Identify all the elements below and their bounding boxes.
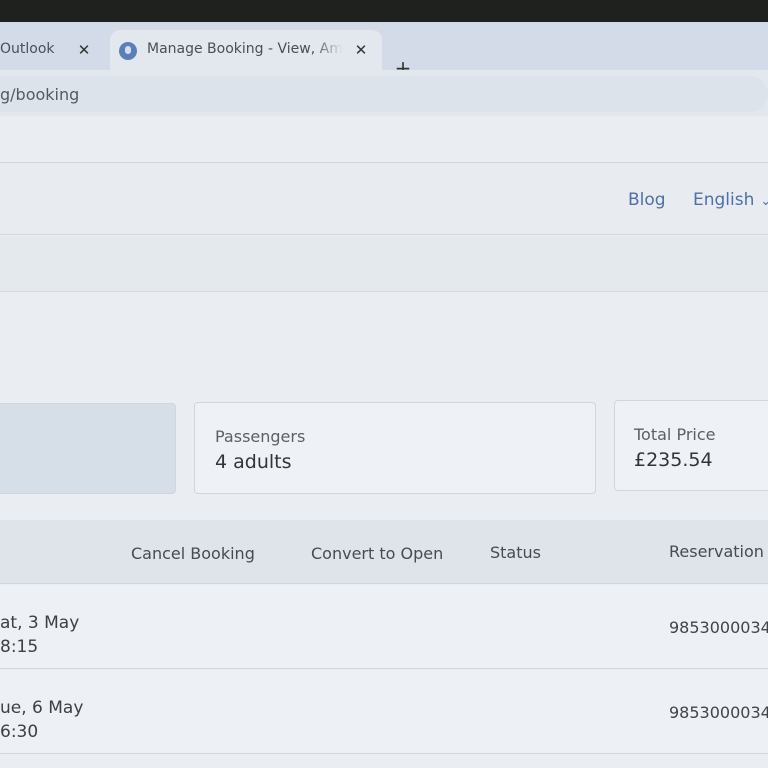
- tab-outlook[interactable]: Outlook ✕: [0, 30, 108, 70]
- passengers-label: Passengers: [215, 427, 306, 446]
- nav-link-blog[interactable]: Blog: [628, 190, 666, 210]
- journey-date: ue, 6 May: [0, 698, 84, 718]
- journey-time: 6:30: [0, 722, 39, 742]
- total-price-card: Total Price £235.54: [614, 400, 768, 491]
- booking-summary-card: [0, 403, 176, 494]
- chevron-down-icon: ⌄: [760, 194, 768, 209]
- table-row[interactable]: at, 3 May 8:15 98530000347: [0, 585, 768, 669]
- reservation-number: 98530000347: [669, 618, 768, 637]
- language-label: English: [693, 190, 755, 210]
- browser-toolbar: g/booking: [0, 70, 768, 116]
- screen-bezel: [0, 0, 768, 22]
- total-price-value: £235.54: [634, 449, 713, 471]
- tab-title: Outlook: [0, 41, 55, 57]
- passengers-value: 4 adults: [215, 451, 292, 473]
- journey-date: at, 3 May: [0, 613, 80, 633]
- language-selector[interactable]: English ⌄: [693, 190, 768, 210]
- page-banner: [0, 236, 768, 292]
- site-header: Blog English ⌄: [0, 163, 768, 235]
- tab-manage-booking[interactable]: Manage Booking - View, Amend ✕: [110, 30, 382, 70]
- table-row[interactable]: ue, 6 May 6:30 98530000347: [0, 670, 768, 754]
- journey-time: 8:15: [0, 637, 39, 657]
- tab-title: Manage Booking - View, Amend: [147, 41, 343, 57]
- browser-tab-strip: Outlook ✕ Manage Booking - View, Amend ✕…: [0, 22, 768, 78]
- close-icon[interactable]: ✕: [352, 41, 370, 59]
- close-icon[interactable]: ✕: [75, 41, 93, 59]
- address-url: g/booking: [0, 85, 80, 104]
- column-status: Status: [490, 543, 541, 562]
- site-favicon-icon: [119, 42, 137, 60]
- column-reservation: Reservation: [669, 542, 764, 561]
- reservation-number: 98530000347: [669, 703, 768, 722]
- page-content: Blog English ⌄ Passengers 4 adults Total …: [0, 116, 768, 768]
- bookings-table-header: Cancel Booking Convert to Open Status Re…: [0, 520, 768, 584]
- passengers-card: Passengers 4 adults: [194, 402, 596, 494]
- address-bar[interactable]: g/booking: [0, 76, 768, 112]
- total-price-label: Total Price: [634, 425, 716, 444]
- column-cancel-booking[interactable]: Cancel Booking: [131, 544, 255, 563]
- column-convert-to-open[interactable]: Convert to Open: [311, 544, 443, 563]
